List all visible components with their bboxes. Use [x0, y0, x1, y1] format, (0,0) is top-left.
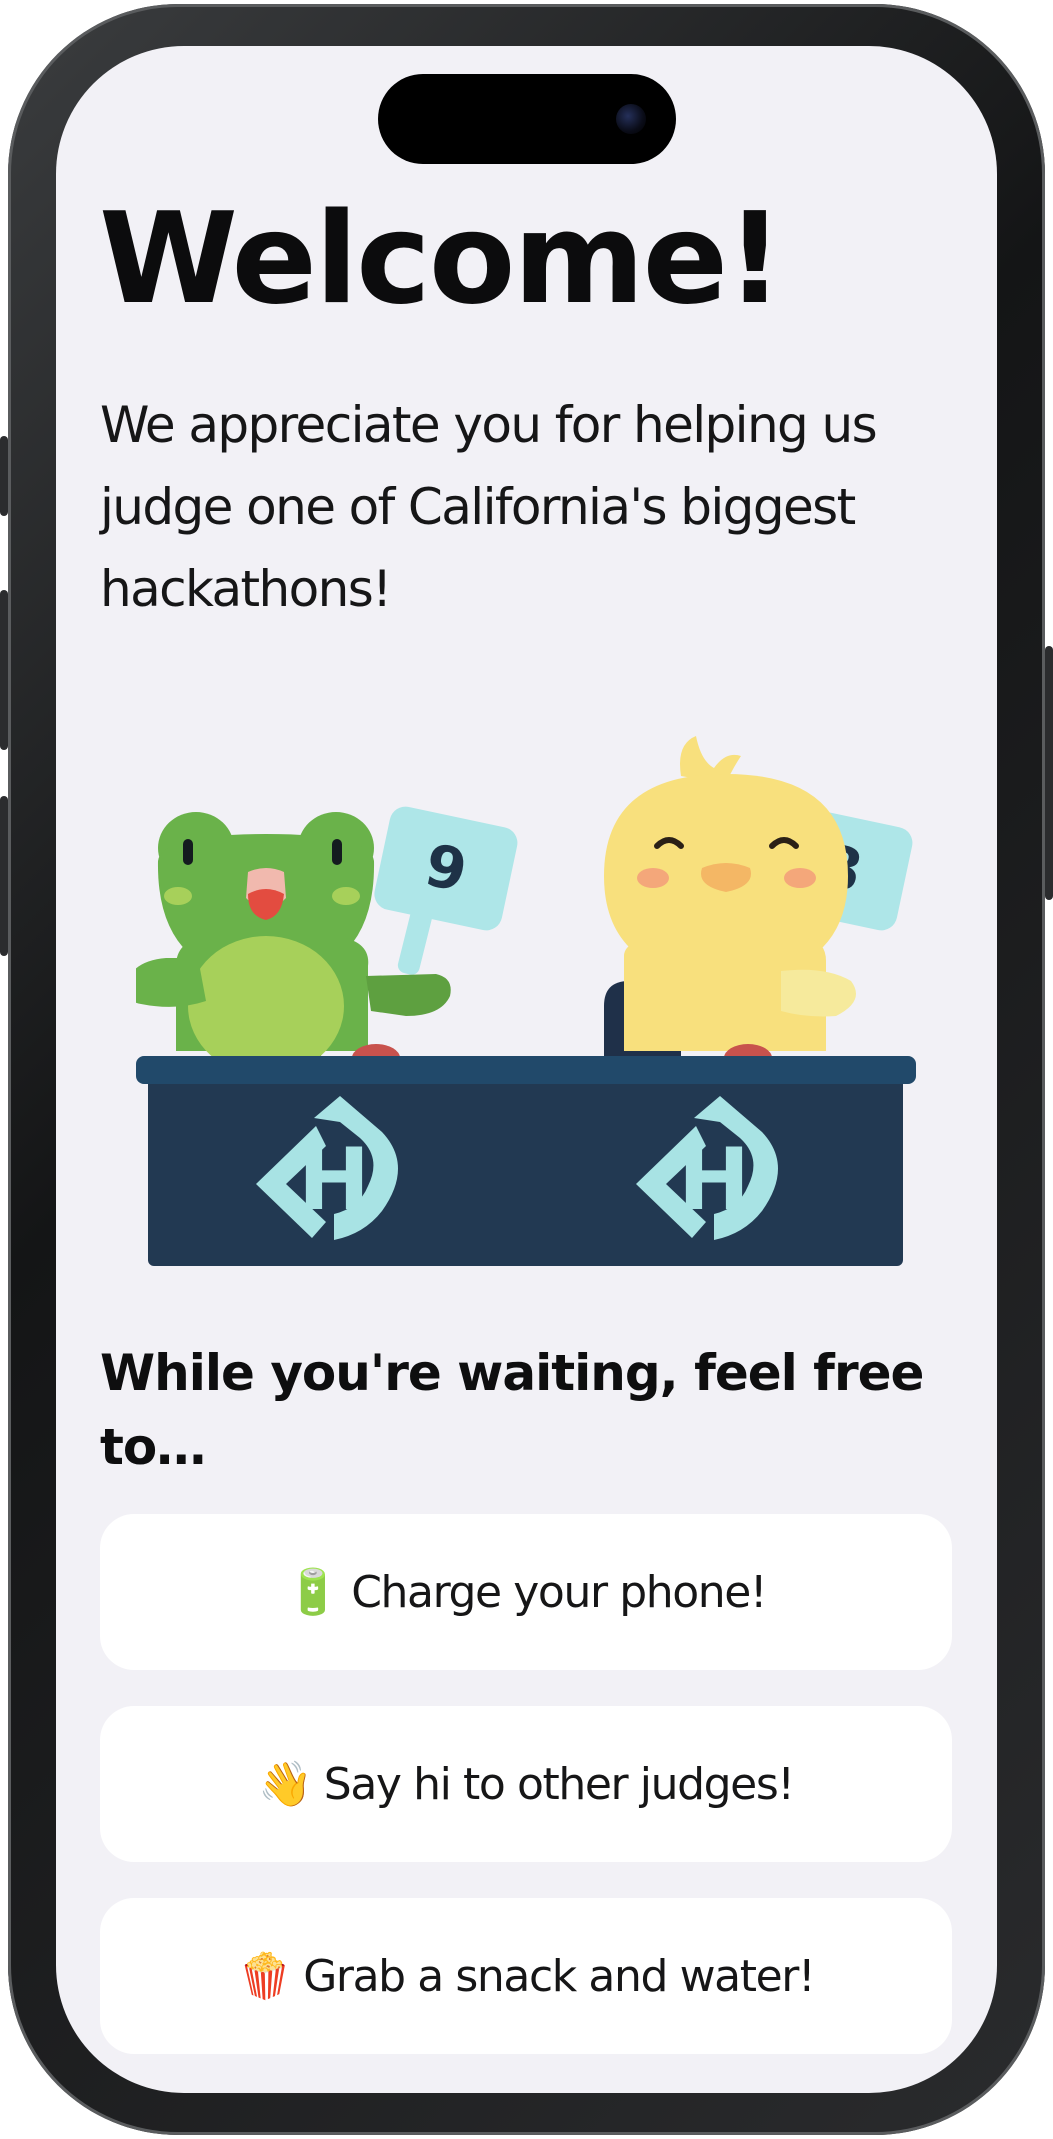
task-label: Charge your phone!: [351, 1566, 767, 1618]
waving-hand-icon: 👋: [258, 1759, 313, 1810]
frog-score-sign: 9: [374, 806, 518, 975]
judges-desk: [136, 1056, 916, 1266]
task-card-charge-phone: 🔋 Charge your phone!: [100, 1514, 952, 1670]
popcorn-icon: 🍿: [237, 1951, 293, 2002]
volume-up-button: [0, 590, 8, 750]
task-label: Say hi to other judges!: [323, 1758, 795, 1810]
waiting-heading: While you're waiting, feel free to…: [100, 1344, 924, 1476]
page-title: Welcome!: [99, 185, 784, 332]
dynamic-island: [378, 74, 676, 164]
battery-icon: 🔋: [285, 1567, 341, 1618]
task-label: Grab a snack and water!: [303, 1950, 815, 2002]
judges-illustration: 9 8: [136, 736, 916, 1266]
svg-text:H: H: [298, 1130, 370, 1230]
power-button: [1045, 646, 1053, 900]
svg-text:H: H: [678, 1130, 750, 1230]
volume-down-button: [0, 796, 8, 956]
camera-icon: [616, 104, 646, 134]
welcome-message: We appreciate you for helping us judge o…: [100, 396, 878, 618]
action-button: [0, 436, 8, 516]
task-card-grab-snack: 🍿 Grab a snack and water!: [100, 1898, 952, 2054]
app-screen: Welcome! We appreciate you for helping u…: [56, 46, 997, 2093]
task-card-say-hi: 👋 Say hi to other judges!: [100, 1706, 952, 1862]
duck-character: [604, 736, 856, 1051]
